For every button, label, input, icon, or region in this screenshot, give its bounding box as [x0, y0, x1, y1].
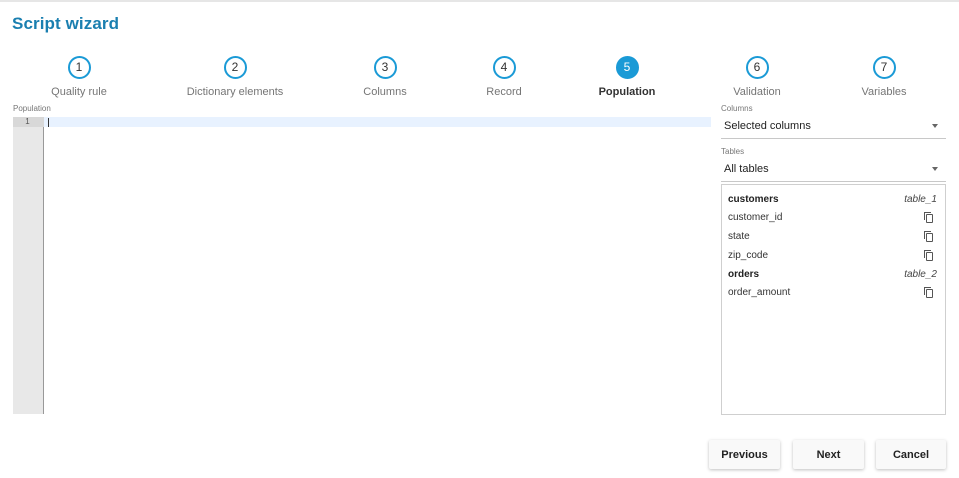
column-name: state	[728, 231, 750, 242]
step-number: 1	[67, 56, 91, 79]
step-dictionary-elements[interactable]: 2 Dictionary elements	[155, 56, 315, 98]
dropdown-arrow-icon	[932, 124, 938, 128]
column-item-zip-code: zip_code	[722, 246, 945, 265]
table-name: orders	[728, 269, 760, 280]
step-label: Quality rule	[51, 86, 107, 98]
next-button[interactable]: Next	[793, 440, 864, 469]
step-quality-rule[interactable]: 1 Quality rule	[0, 56, 159, 98]
step-number: 3	[373, 56, 397, 79]
table-alias: table_1	[904, 194, 937, 205]
active-line-highlight	[44, 117, 711, 127]
dialog-title: Script wizard	[12, 14, 120, 33]
table-header-customers: customers table_1	[722, 190, 945, 208]
table-alias: table_2	[904, 269, 937, 280]
line-gutter: 1	[13, 117, 44, 414]
copy-icon[interactable]	[924, 212, 934, 223]
step-number: 4	[492, 56, 516, 79]
step-label: Dictionary elements	[186, 86, 284, 98]
population-label: Population	[13, 104, 51, 113]
cancel-button[interactable]: Cancel	[876, 440, 946, 469]
tables-label: Tables	[721, 147, 745, 156]
copy-icon[interactable]	[924, 287, 934, 298]
step-number: 5	[615, 56, 639, 79]
tables-select[interactable]: All tables	[721, 156, 946, 182]
copy-icon[interactable]	[924, 250, 934, 261]
step-label: Variables	[861, 86, 907, 98]
tables-select-value: All tables	[724, 163, 769, 175]
step-number: 7	[872, 56, 896, 79]
table-header-orders: orders table_2	[722, 265, 945, 283]
dropdown-arrow-icon	[932, 167, 938, 171]
column-name: customer_id	[728, 212, 783, 223]
population-code-editor[interactable]: 1	[13, 117, 711, 414]
step-number: 2	[223, 56, 247, 79]
copy-icon[interactable]	[924, 231, 934, 242]
columns-select-value: Selected columns	[724, 120, 811, 132]
line-number: 1	[13, 117, 44, 127]
wizard-stepper: 1 Quality rule 2 Dictionary elements 3 C…	[0, 56, 959, 98]
column-item-state: state	[722, 227, 945, 246]
step-variables[interactable]: 7 Variables	[804, 56, 959, 98]
tables-columns-list: customers table_1 customer_id state zip_…	[721, 184, 946, 415]
columns-label: Columns	[721, 104, 753, 113]
column-item-customer-id: customer_id	[722, 208, 945, 227]
side-panel: Columns Selected columns Tables All tabl…	[721, 104, 946, 190]
top-divider	[0, 0, 959, 2]
previous-button[interactable]: Previous	[709, 440, 780, 469]
column-name: zip_code	[728, 250, 769, 261]
column-item-order-amount: order_amount	[722, 283, 945, 302]
column-name: order_amount	[728, 287, 791, 298]
columns-select[interactable]: Selected columns	[721, 113, 946, 139]
text-caret	[48, 118, 49, 127]
table-name: customers	[728, 194, 779, 205]
step-number: 6	[745, 56, 769, 79]
